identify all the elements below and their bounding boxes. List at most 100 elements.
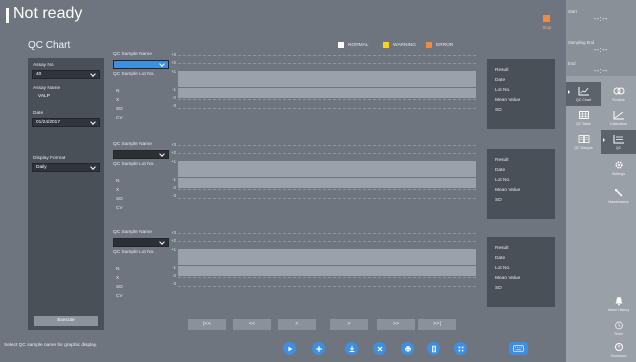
page-title: QC Chart	[28, 40, 71, 51]
nav-calibration[interactable]: Calibration	[601, 106, 636, 130]
result-lot-label: Lot No.	[495, 88, 511, 93]
nav-qc-chart[interactable]: QC Chart	[566, 82, 601, 106]
nav-maintenance-label: Maintenance	[608, 200, 629, 204]
legend-warning: WARNING	[383, 42, 416, 48]
play-button[interactable]	[283, 342, 296, 355]
x-label-3: X	[116, 276, 120, 281]
x-label-2: X	[116, 188, 120, 193]
prev-button[interactable]: <	[278, 319, 316, 330]
legend-warning-label: WARNING	[393, 42, 417, 48]
prev-fast-button[interactable]: <<	[233, 319, 271, 330]
right-sidebar: Start --:-- Sampling End --:-- End --:--…	[566, 0, 636, 362]
bell-icon	[615, 297, 622, 306]
result-panel-3: Result Date Lot No. Mean Value SD	[487, 237, 555, 307]
keyboard-icon	[513, 345, 524, 352]
nav-alarm-history[interactable]: Alarm History	[601, 292, 636, 316]
expand-arrow-icon	[603, 138, 605, 142]
n-label-1: N	[116, 89, 120, 94]
list-button[interactable]	[427, 342, 440, 355]
first-page-button[interactable]: |<<	[188, 319, 226, 330]
date-value: 01/24/2017	[36, 120, 61, 125]
result-panel-1: Result Date Lot No. Mean Value SD	[487, 59, 555, 129]
download-button[interactable]	[345, 342, 358, 355]
nav-qc-table[interactable]: QC Table	[566, 106, 601, 130]
result-lot-label: Lot No.	[495, 178, 511, 183]
cancel-button[interactable]	[373, 342, 386, 355]
sd-band-upper	[178, 71, 476, 87]
axis-label: -3	[172, 103, 176, 108]
display-format-value: Daily	[36, 165, 47, 170]
sd-plus3-line	[178, 55, 476, 56]
axis-label: -1	[172, 265, 176, 270]
cv-label-2: CV	[116, 206, 123, 211]
cv-label-1: CV	[116, 116, 123, 121]
last-page-button[interactable]: >>|	[418, 319, 456, 330]
result-date-label: Date	[495, 256, 506, 261]
start-label: Start	[568, 9, 577, 14]
sd-minus2-line	[178, 99, 476, 100]
sd-minus3-line	[178, 286, 476, 287]
qc-sample-name-select-3[interactable]	[113, 238, 169, 247]
result-mean-label: Mean Value	[495, 276, 521, 281]
timer-icon	[614, 321, 623, 330]
nav-shutdown[interactable]: Shutdown	[601, 338, 636, 362]
axis-label: +3	[171, 52, 176, 57]
axis-label: +3	[171, 230, 176, 235]
result-sd-label: SD	[495, 198, 502, 203]
add-button[interactable]	[312, 342, 325, 355]
axis-label: +2	[171, 60, 176, 65]
grid-view-button[interactable]	[454, 342, 467, 355]
date-label: Date	[33, 111, 44, 116]
next-button[interactable]: >	[330, 319, 368, 330]
nav-qc-sample[interactable]: QC Sample	[566, 130, 601, 154]
x-label-1: X	[116, 98, 120, 103]
stop-button[interactable]: Stop	[536, 15, 560, 35]
sampling-end-label: Sampling End	[568, 40, 595, 45]
sd-label-3: SD	[116, 285, 123, 290]
result-label: Result	[495, 68, 509, 73]
qc-sample-name-label-2: QC Sample Name	[113, 142, 152, 147]
sd-band-lower	[178, 88, 476, 98]
sd-plus2-line	[178, 63, 476, 64]
nav-routine[interactable]: Routine	[601, 82, 636, 106]
run-time-panel: Start --:-- Sampling End --:-- End --:--	[566, 0, 636, 76]
routine-icon	[613, 87, 624, 95]
nav-qc-label: QC	[615, 146, 622, 150]
result-sd-label: SD	[495, 108, 502, 113]
assay-no-value: 40	[36, 72, 42, 77]
keyboard-button[interactable]	[509, 342, 528, 355]
result-sd-label: SD	[495, 286, 502, 291]
nav-qc[interactable]: QC	[601, 130, 636, 154]
execute-button[interactable]: Execute	[34, 316, 98, 326]
sd-band-lower	[178, 266, 476, 276]
nav-settings-label: Settings	[612, 172, 625, 176]
qc-sample-name-label-3: QC Sample Name	[113, 230, 152, 235]
display-format-select[interactable]: Daily	[32, 163, 100, 172]
sd-minus3-line	[178, 198, 476, 199]
axis-label: -2	[172, 185, 176, 190]
axis-label: +2	[171, 150, 176, 155]
chevron-down-icon	[159, 60, 165, 67]
nav-qc-table-label: QC Table	[576, 122, 591, 126]
legend-normal: NORMAL	[338, 42, 369, 48]
qc-sample-name-select-2[interactable]	[113, 150, 169, 159]
date-select[interactable]: 01/24/2017	[32, 118, 100, 127]
assay-no-select[interactable]: 40	[32, 70, 100, 79]
qc-sample-name-select-1[interactable]	[113, 60, 169, 69]
nav-timer[interactable]: Timer	[601, 316, 636, 340]
axis-label: -2	[172, 273, 176, 278]
n-label-3: N	[116, 267, 120, 272]
result-mean-label: Mean Value	[495, 188, 521, 193]
nav-settings[interactable]: Settings	[601, 156, 636, 180]
axis-label: -3	[172, 193, 176, 198]
plus-icon	[315, 345, 322, 352]
nav-maintenance[interactable]: Maintenance	[601, 184, 636, 208]
next-fast-button[interactable]: >>	[377, 319, 415, 330]
print-button[interactable]	[401, 342, 414, 355]
axis-label: -3	[172, 281, 176, 286]
chevron-down-icon	[90, 118, 96, 125]
qc-sample-lot-label-1: QC Sample Lot No.	[113, 72, 155, 77]
result-lot-label: Lot No.	[495, 266, 511, 271]
expand-arrow-icon	[568, 90, 570, 94]
sd-minus2-line	[178, 189, 476, 190]
